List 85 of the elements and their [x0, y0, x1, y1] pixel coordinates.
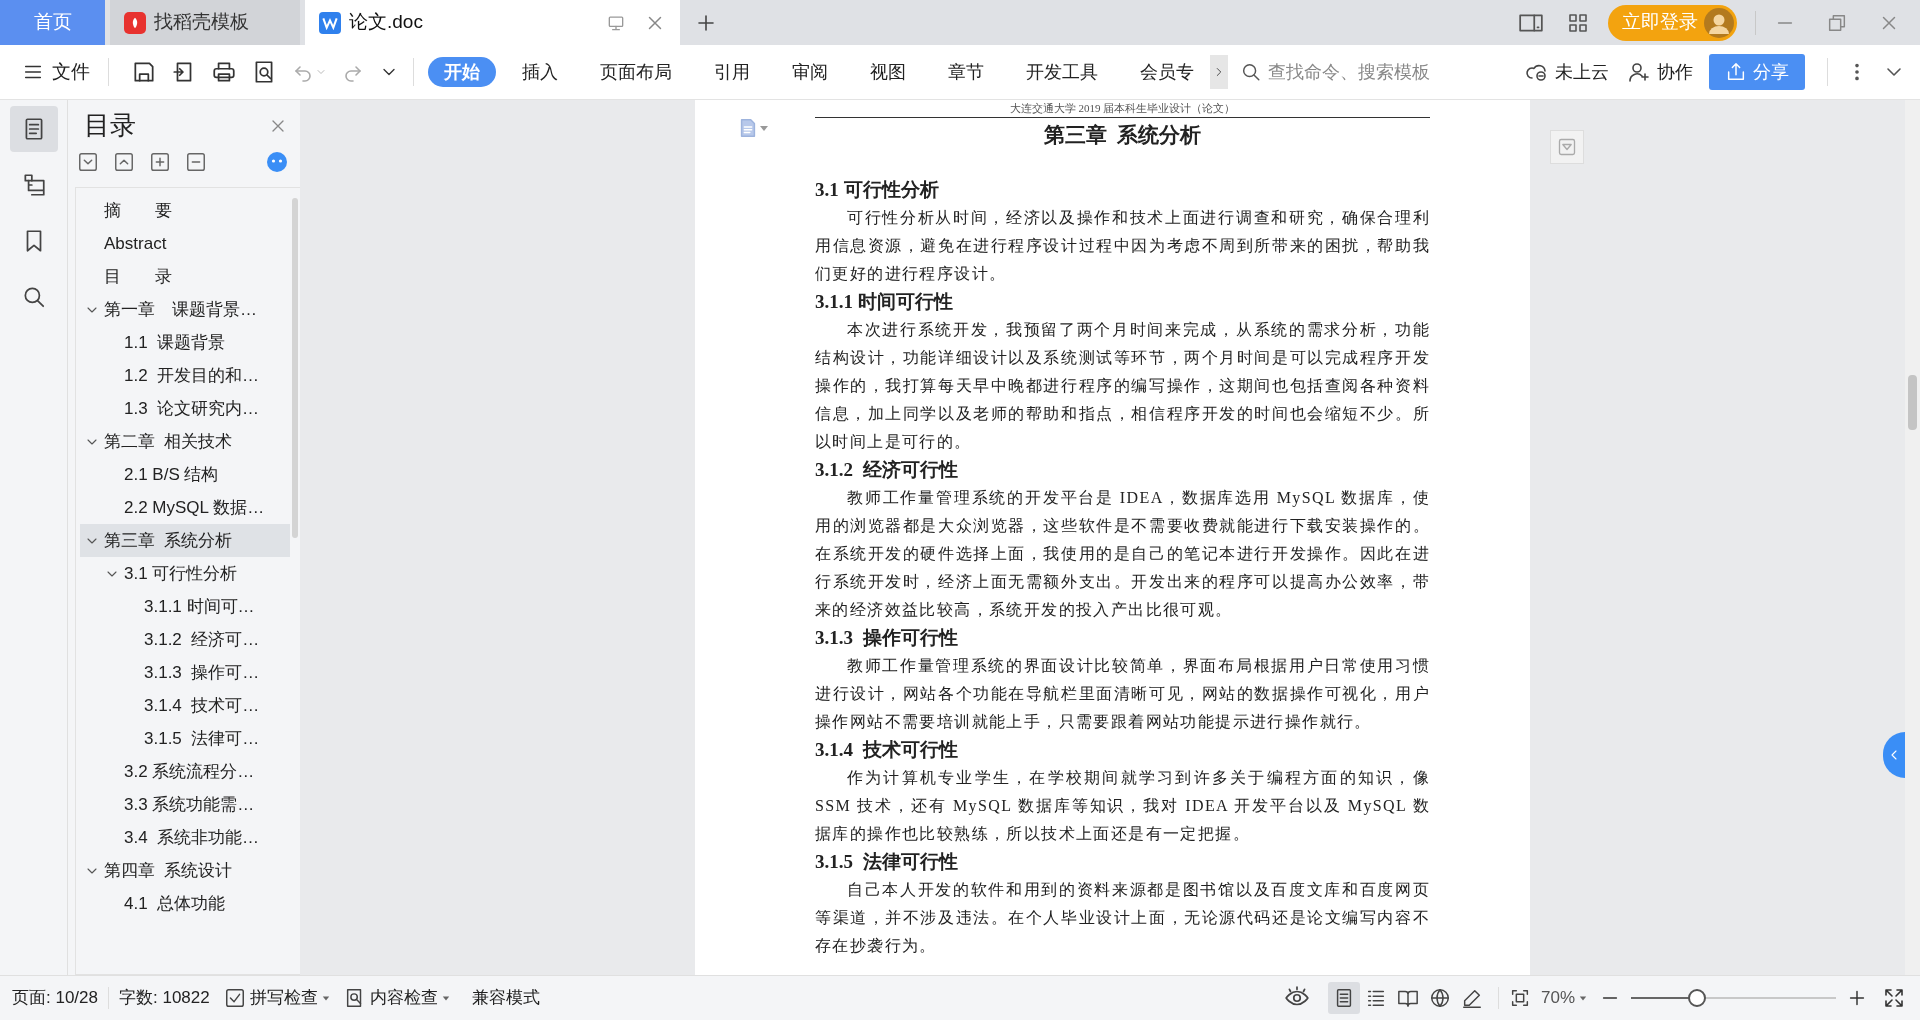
body-paragraph: 自己本人开发的软件和用到的资料来源都是图书馆以及百度文库和百度网页等渠道，并不涉及违法。在个人毕业设计上面，无论源代码还是论文编写内容不存在抄袭行为。 [815, 879, 1430, 956]
page-count[interactable]: 页面: 10/28 [12, 985, 98, 1011]
tab[interactable]: 找稻壳模板 [110, 0, 300, 45]
body-paragraph: 教师工作量管理系统的界面设计比较简单，界面布局根据用户日常使用习惯进行设计，网站各个功能在导航栏里面清晰可见，网站的数据操作可视化，用户操作网站不需要培训就能上手，只需要跟着网站功能提示进行操作就行。 [815, 655, 1430, 732]
outline-item[interactable]: 摘 要 [80, 194, 290, 227]
chapter-title: 第三章 系统分析 [1042, 122, 1203, 149]
search-icon [1240, 61, 1262, 83]
zoom-slider-thumb[interactable] [1687, 989, 1706, 1007]
ribbon-tab[interactable]: 引用 [698, 57, 766, 87]
ribbon-tab[interactable]: 插入 [506, 57, 574, 87]
body-paragraph: 教师工作量管理系统的开发平台是 IDEA，数据库选用 MySQL 数据库，使用的浏览器都是大众浏览器，这些软件是不需要收费就能进行下载安装操作的。在系统开发的硬件选择上面，我使用的是自己的笔记本进行开发操作。因此在进行系统开发时，经济上面无需额外支出。开发出来的程序可以提高办公效率，带来的经济效益比较高，系统开发的投入产出比很可观。 [815, 487, 1430, 620]
content-check-button[interactable]: 内容检查 [343, 985, 450, 1011]
spell-check-button[interactable]: 拼写检查 [223, 985, 330, 1011]
cloud-status-button[interactable]: 未上云 [1525, 58, 1609, 86]
leaf-logo-icon [124, 11, 146, 34]
web-view-icon [1428, 987, 1451, 1009]
writer-logo-icon [319, 11, 341, 34]
outline-item[interactable]: 第一章 课题背景… [80, 293, 290, 326]
collaborate-button[interactable]: 协作 [1627, 58, 1693, 86]
ribbon-tab[interactable]: 章节 [932, 57, 1000, 87]
compatibility-mode[interactable]: 兼容模式 [471, 985, 540, 1011]
outline-item[interactable]: 目 录 [80, 260, 290, 293]
add-heading-icon[interactable] [149, 151, 171, 173]
outline-item[interactable]: 2.2 MySQL 数据… [80, 491, 290, 524]
pen-icon [1460, 987, 1483, 1009]
caret-icon [1579, 994, 1587, 1002]
outline-item[interactable]: 1.3 论文研究内… [80, 392, 290, 425]
zoom-dropdown[interactable]: 70% [1540, 985, 1587, 1011]
outline-item[interactable]: 3.1.1 时间可… [80, 590, 290, 623]
outline-item[interactable]: 3.3 系统功能需… [80, 788, 290, 821]
subsection-heading: 3.1.5 法律可行性 [815, 849, 959, 874]
add-user-icon [1627, 60, 1651, 84]
ribbon-tab[interactable]: 会员专 [1124, 57, 1210, 87]
caret-icon [441, 994, 450, 1002]
check-box-icon [223, 987, 246, 1009]
subsection-heading: 3.1.4 技术可行性 [815, 737, 959, 762]
remove-heading-icon[interactable] [185, 151, 207, 173]
ribbon-tab[interactable]: 开发工具 [1010, 57, 1114, 87]
outline-item[interactable]: 3.1.2 经济可… [80, 623, 290, 656]
outline-item[interactable]: 3.1.5 法律可… [80, 722, 290, 755]
print-icon[interactable] [211, 59, 237, 85]
search-field[interactable]: 查找命令、搜索模板 [1240, 55, 1470, 89]
share-icon [1725, 61, 1747, 83]
subsection-heading: 3.1.3 操作可行性 [815, 625, 959, 650]
caret-icon [321, 994, 330, 1002]
side-panel-toggle[interactable] [1883, 732, 1905, 778]
outline-item[interactable]: 3.1 可行性分析 [80, 557, 290, 590]
page-header: 大连交通大学 2019 届本科生毕业设计（论文） [815, 100, 1430, 118]
ribbon-tab[interactable]: 页面布局 [584, 57, 688, 87]
collapse-icon[interactable] [113, 151, 135, 173]
body-paragraph: 作为计算机专业学生，在学校期间就学习到许多关于编程方面的知识，像 SSM 技术，还有 MySQL 数据库等知识，我对 IDEA 开发平台以及 MySQL 数据库的操作也比较熟练，所以技术上面还是有一定把握。 [815, 767, 1430, 844]
ribbon-tab[interactable]: 审阅 [776, 57, 844, 87]
section-heading: 3.1 可行性分析 [815, 177, 940, 202]
body-paragraph: 可行性分析从时间，经济以及操作和技术上面进行调查和研究，确保合理利用信息资源，避免在进行程序设计过程中因为考虑不周到所带来的困扰，帮助我们更好的进行程序设计。 [815, 207, 1430, 284]
outline-item[interactable]: 第二章 相关技术 [80, 425, 290, 458]
expand-icon[interactable] [77, 151, 99, 173]
view-mode-button[interactable] [1327, 982, 1360, 1014]
assistant-icon[interactable] [266, 151, 288, 173]
tab[interactable]: 论文.doc [305, 0, 680, 45]
fullscreen-icon[interactable] [1882, 986, 1906, 1010]
avatar-icon [1704, 7, 1734, 38]
outline-item[interactable]: 第三章 系统分析 [80, 524, 290, 557]
outline-item[interactable]: 第四章 系统设计 [80, 854, 290, 887]
outline-item[interactable]: 3.1.4 技术可… [80, 689, 290, 722]
outline-item[interactable]: 1.2 开发目的和… [80, 359, 290, 392]
caret-icon[interactable] [759, 123, 769, 133]
panel-title: 目录 [84, 109, 136, 142]
ribbon-tab[interactable]: 视图 [854, 57, 922, 87]
outline-item[interactable]: 1.1 课题背景 [80, 326, 290, 359]
outline-item[interactable]: 2.1 B/S 结构 [80, 458, 290, 491]
filter-icon [1557, 137, 1577, 157]
subsection-heading: 3.1.1 时间可行性 [815, 289, 954, 314]
outline-item[interactable]: Abstract [80, 227, 290, 260]
save-icon[interactable] [131, 59, 157, 85]
outline-item[interactable]: 4.1 总体功能 [80, 887, 290, 920]
file-menu-button[interactable]: 文件 [22, 57, 90, 87]
word-count[interactable]: 字数: 10822 [119, 985, 210, 1011]
outline-item[interactable]: 3.4 系统非功能… [80, 821, 290, 854]
outline-item[interactable]: 3.1.3 操作可… [80, 656, 290, 689]
outline-item[interactable]: 3.2 系统流程分… [80, 755, 290, 788]
sidebar-tab[interactable] [9, 106, 58, 152]
subsection-heading: 3.1.2 经济可行性 [815, 457, 959, 482]
scrollbar-thumb[interactable] [292, 198, 298, 538]
body-paragraph: 本次进行系统开发，我预留了两个月时间来完成，从系统的需求分析，功能结构设计，功能详细设计以及系统测试等环节，两个月时间是可以完成程序开发操作的，我打算每天早中晚都进行程序的编写操作，这期间也包括查阅各种资料信息，加上同学以及老师的帮助和指点，相信程序开发的时间也会缩短不少。所以时间上是可行的。 [815, 319, 1430, 452]
scrollbar-thumb[interactable] [1908, 375, 1917, 430]
